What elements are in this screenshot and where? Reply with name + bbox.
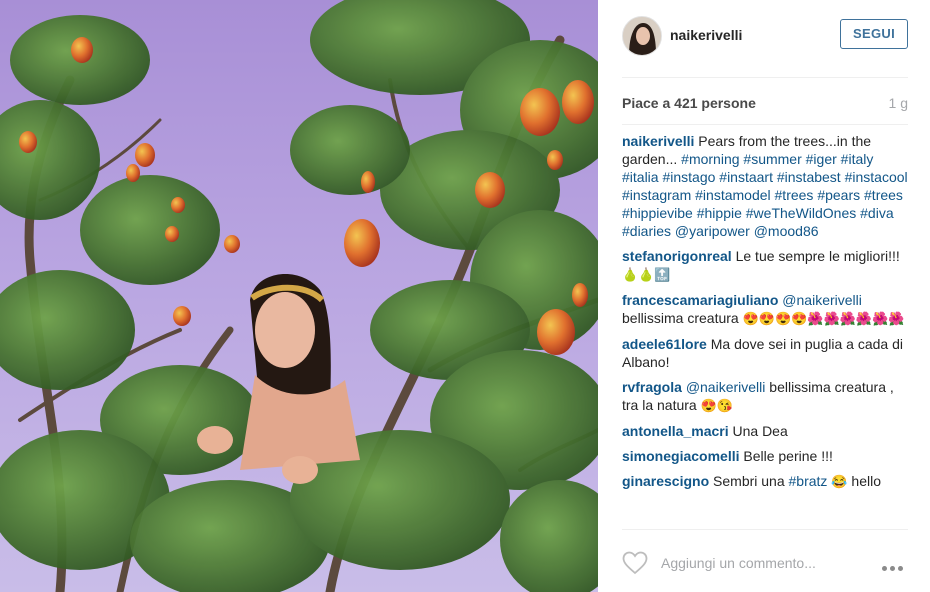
comment-emoji: 😍😘 xyxy=(700,398,733,413)
follow-button[interactable]: SEGUI xyxy=(840,19,908,49)
comment-text: Belle perine !!! xyxy=(743,448,833,464)
comment-text: Sembri una xyxy=(713,473,785,489)
comment-item: ginarescigno Sembri una #bratz 😂 hello xyxy=(622,472,912,491)
comment-text: Le tue sempre le migliori!!! xyxy=(735,248,900,264)
comment-username[interactable]: antonella_macri xyxy=(622,423,729,439)
comment-mention[interactable]: @naikerivelli xyxy=(782,292,862,308)
comment-username[interactable]: rvfragola xyxy=(622,379,682,395)
comment-item: rvfragola @naikerivelli bellissima creat… xyxy=(622,378,912,415)
pear-tree-photo xyxy=(0,0,598,592)
like-button[interactable] xyxy=(622,551,648,575)
comment-emoji: 😍😍😍😍🌺🌺🌺🌺🌺🌺 xyxy=(742,311,905,326)
comment-item: simonegiacomelli Belle perine !!! xyxy=(622,447,912,465)
post-photo xyxy=(0,0,598,592)
comment-username[interactable]: simonegiacomelli xyxy=(622,448,739,464)
likes-count[interactable]: Piace a 421 persone xyxy=(622,95,756,111)
divider xyxy=(622,77,908,78)
comment-hashtag[interactable]: #bratz xyxy=(789,473,828,489)
comment-item: stefanorigonreal Le tue sempre le miglio… xyxy=(622,247,912,284)
comments-list[interactable]: naikerivelli Pears from the trees...in t… xyxy=(622,132,912,526)
comment-text: bellissima creatura xyxy=(622,310,739,326)
comment-emoji: 🍐🍐🔝 xyxy=(622,267,671,282)
post-time[interactable]: 1 g xyxy=(889,95,908,111)
comment-mention[interactable]: @naikerivelli xyxy=(686,379,766,395)
comment-username[interactable]: adeele61lore xyxy=(622,336,707,352)
comment-username[interactable]: francescamariagiuliano xyxy=(622,292,778,308)
comment-item: antonella_macri Una Dea xyxy=(622,422,912,440)
divider xyxy=(622,124,908,125)
comment-item: adeele61lore Ma dove sei in puglia a cad… xyxy=(622,335,912,371)
post-header: naikerivelli SEGUI xyxy=(622,16,908,56)
dot-icon xyxy=(890,566,895,571)
comment-emoji: 😂 xyxy=(831,474,848,489)
post-username[interactable]: naikerivelli xyxy=(670,27,742,43)
comment-username[interactable]: stefanorigonreal xyxy=(622,248,732,264)
caption-username[interactable]: naikerivelli xyxy=(622,133,694,149)
dot-icon xyxy=(898,566,903,571)
post-side-panel: naikerivelli SEGUI Piace a 421 persone 1… xyxy=(598,0,930,592)
avatar[interactable] xyxy=(622,16,662,56)
dot-icon xyxy=(882,566,887,571)
caption: naikerivelli Pears from the trees...in t… xyxy=(622,132,912,240)
comment-text-continued: hello xyxy=(851,473,881,489)
divider xyxy=(622,529,908,530)
add-comment-input[interactable] xyxy=(661,552,851,574)
comment-username[interactable]: ginarescigno xyxy=(622,473,709,489)
comment-item: francescamariagiuliano @naikerivelli bel… xyxy=(622,291,912,328)
more-options-button[interactable] xyxy=(882,558,910,571)
user-avatar-icon xyxy=(623,17,661,55)
heart-icon xyxy=(622,551,648,575)
comment-text: Una Dea xyxy=(732,423,788,439)
